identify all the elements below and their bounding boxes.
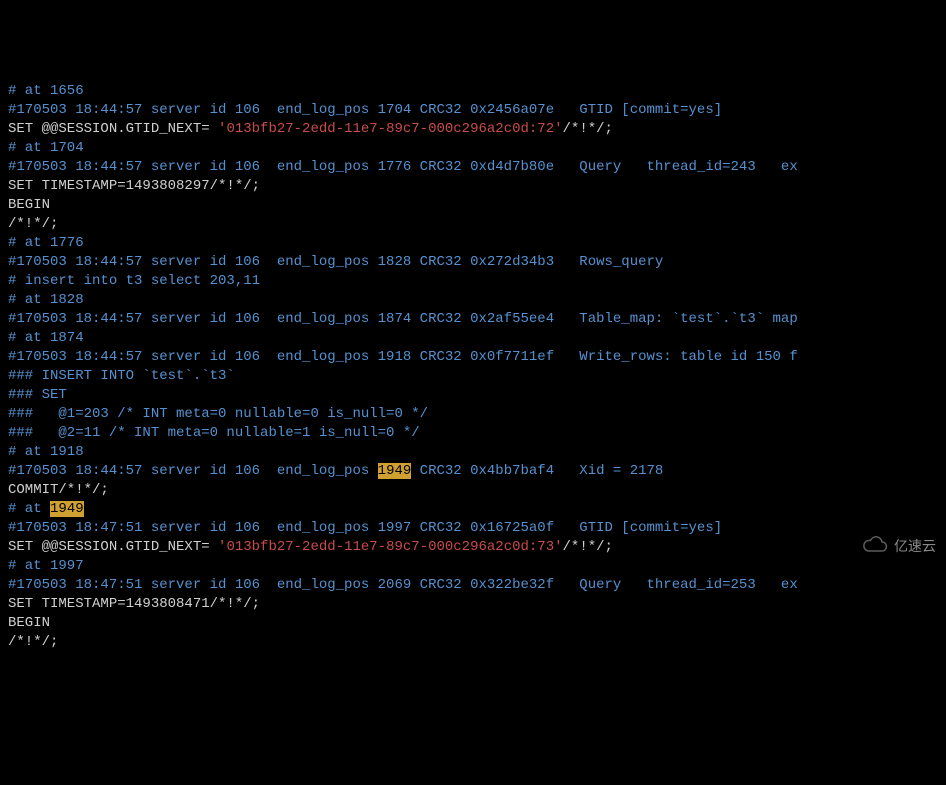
log-line: # at 1656 bbox=[8, 82, 938, 101]
log-segment: # at 1997 bbox=[8, 558, 84, 574]
log-segment: SET TIMESTAMP=1493808471/*!*/; bbox=[8, 596, 260, 612]
log-line: #170503 18:44:57 server id 106 end_log_p… bbox=[8, 158, 938, 177]
log-segment: ### @2=11 /* INT meta=0 nullable=1 is_nu… bbox=[8, 425, 420, 441]
log-segment: COMMIT/*!*/; bbox=[8, 482, 109, 498]
log-line: ### @1=203 /* INT meta=0 nullable=0 is_n… bbox=[8, 405, 938, 424]
log-segment: #170503 18:44:57 server id 106 end_log_p… bbox=[8, 349, 798, 365]
log-line: #170503 18:47:51 server id 106 end_log_p… bbox=[8, 576, 938, 595]
cloud-icon bbox=[846, 516, 888, 577]
log-segment: 1949 bbox=[50, 501, 84, 517]
log-line: # at 1949 bbox=[8, 500, 938, 519]
log-line: /*!*/; bbox=[8, 633, 938, 652]
log-line: # insert into t3 select 203,11 bbox=[8, 272, 938, 291]
watermark-text: 亿速云 bbox=[894, 537, 936, 556]
log-segment: BEGIN bbox=[8, 615, 50, 631]
log-line: #170503 18:44:57 server id 106 end_log_p… bbox=[8, 348, 938, 367]
log-line: # at 1828 bbox=[8, 291, 938, 310]
log-line: SET @@SESSION.GTID_NEXT= '013bfb27-2edd-… bbox=[8, 120, 938, 139]
log-segment: ### SET bbox=[8, 387, 67, 403]
log-segment: SET @@SESSION.GTID_NEXT= bbox=[8, 121, 218, 137]
log-segment: SET TIMESTAMP=1493808297/*!*/; bbox=[8, 178, 260, 194]
log-segment: BEGIN bbox=[8, 197, 50, 213]
log-segment: #170503 18:44:57 server id 106 end_log_p… bbox=[8, 159, 798, 175]
log-segment: #170503 18:47:51 server id 106 end_log_p… bbox=[8, 520, 722, 536]
log-line: SET TIMESTAMP=1493808471/*!*/; bbox=[8, 595, 938, 614]
log-segment: #170503 18:44:57 server id 106 end_log_p… bbox=[8, 102, 722, 118]
log-line: SET @@SESSION.GTID_NEXT= '013bfb27-2edd-… bbox=[8, 538, 938, 557]
log-segment: # at 1656 bbox=[8, 83, 84, 99]
log-line: #170503 18:44:57 server id 106 end_log_p… bbox=[8, 310, 938, 329]
log-line: #170503 18:44:57 server id 106 end_log_p… bbox=[8, 101, 938, 120]
log-line: #170503 18:44:57 server id 106 end_log_p… bbox=[8, 253, 938, 272]
log-segment: #170503 18:44:57 server id 106 end_log_p… bbox=[8, 254, 663, 270]
log-segment: ### INSERT INTO `test`.`t3` bbox=[8, 368, 235, 384]
log-line: ### INSERT INTO `test`.`t3` bbox=[8, 367, 938, 386]
log-line: BEGIN bbox=[8, 614, 938, 633]
log-segment: /*!*/; bbox=[8, 216, 58, 232]
log-segment: CRC32 0x4bb7baf4 Xid = 2178 bbox=[411, 463, 663, 479]
log-line: # at 1776 bbox=[8, 234, 938, 253]
log-line: #170503 18:44:57 server id 106 end_log_p… bbox=[8, 462, 938, 481]
log-line: ### SET bbox=[8, 386, 938, 405]
log-segment: # at 1776 bbox=[8, 235, 84, 251]
log-segment: # at 1918 bbox=[8, 444, 84, 460]
terminal-output: # at 1656 #170503 18:44:57 server id 106 … bbox=[8, 82, 938, 652]
log-segment: # at bbox=[8, 501, 50, 517]
log-segment: SET @@SESSION.GTID_NEXT= bbox=[8, 539, 218, 555]
log-segment: '013bfb27-2edd-11e7-89c7-000c296a2c0d:73… bbox=[218, 539, 562, 555]
log-segment: /*!*/; bbox=[563, 539, 613, 555]
log-line: # at 1918 bbox=[8, 443, 938, 462]
log-segment: /*!*/; bbox=[8, 634, 58, 650]
log-line: # at 1874 bbox=[8, 329, 938, 348]
log-line: SET TIMESTAMP=1493808297/*!*/; bbox=[8, 177, 938, 196]
log-segment: #170503 18:47:51 server id 106 end_log_p… bbox=[8, 577, 798, 593]
log-segment: # at 1704 bbox=[8, 140, 84, 156]
log-line: # at 1704 bbox=[8, 139, 938, 158]
log-segment: # insert into t3 select 203,11 bbox=[8, 273, 260, 289]
log-line: # at 1997 bbox=[8, 557, 938, 576]
log-segment: # at 1828 bbox=[8, 292, 84, 308]
log-segment: '013bfb27-2edd-11e7-89c7-000c296a2c0d:72… bbox=[218, 121, 562, 137]
log-segment: ### @1=203 /* INT meta=0 nullable=0 is_n… bbox=[8, 406, 428, 422]
log-segment: # at 1874 bbox=[8, 330, 84, 346]
log-segment: #170503 18:44:57 server id 106 end_log_p… bbox=[8, 311, 798, 327]
log-line: BEGIN bbox=[8, 196, 938, 215]
log-segment: #170503 18:44:57 server id 106 end_log_p… bbox=[8, 463, 378, 479]
log-line: /*!*/; bbox=[8, 215, 938, 234]
log-line: ### @2=11 /* INT meta=0 nullable=1 is_nu… bbox=[8, 424, 938, 443]
watermark: 亿速云 bbox=[846, 516, 936, 577]
log-line: #170503 18:47:51 server id 106 end_log_p… bbox=[8, 519, 938, 538]
log-segment: /*!*/; bbox=[563, 121, 613, 137]
log-line: COMMIT/*!*/; bbox=[8, 481, 938, 500]
log-segment: 1949 bbox=[378, 463, 412, 479]
